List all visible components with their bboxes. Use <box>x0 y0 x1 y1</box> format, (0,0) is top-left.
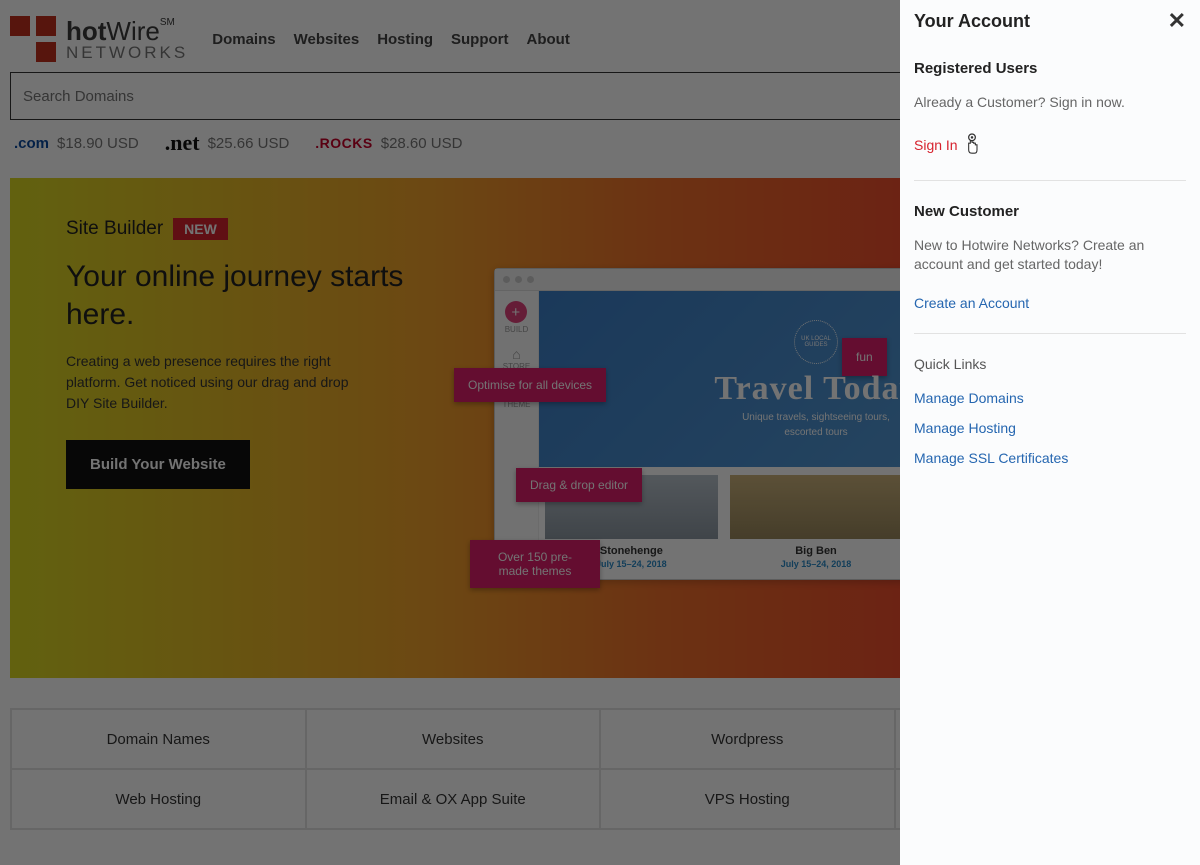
tile-web-hosting[interactable]: Web Hosting <box>11 769 306 829</box>
tld-ext: .com <box>14 135 49 152</box>
plus-icon: + <box>505 301 527 323</box>
tld-price: $28.60 USD <box>381 135 463 152</box>
tld-net[interactable]: .net $25.66 USD <box>165 130 290 156</box>
main-nav: Domains Websites Hosting Support About <box>212 31 570 48</box>
tile-websites[interactable]: Websites <box>306 709 601 769</box>
logo-mark-icon <box>10 16 56 62</box>
tile-vps-hosting[interactable]: VPS Hosting <box>600 769 895 829</box>
feature-tag-dragdrop: Drag & drop editor <box>516 468 642 502</box>
hero-title: Your online journey starts here. <box>66 258 410 333</box>
tile-email-suite[interactable]: Email & OX App Suite <box>306 769 601 829</box>
feature-tag-themes: Over 150 pre-made themes <box>470 540 600 588</box>
tile-domain-names[interactable]: Domain Names <box>11 709 306 769</box>
divider <box>914 333 1186 334</box>
nav-websites[interactable]: Websites <box>294 31 360 48</box>
logo[interactable]: hotWireSM NETWORKS <box>10 16 188 62</box>
manage-hosting-link[interactable]: Manage Hosting <box>914 420 1186 436</box>
manage-domains-link[interactable]: Manage Domains <box>914 390 1186 406</box>
hero-description: Creating a web presence requires the rig… <box>66 351 366 414</box>
nav-domains[interactable]: Domains <box>212 31 275 48</box>
build-website-button[interactable]: Build Your Website <box>66 440 250 489</box>
nav-hosting[interactable]: Hosting <box>377 31 433 48</box>
new-customer-heading: New Customer <box>914 203 1186 220</box>
nav-about[interactable]: About <box>527 31 570 48</box>
quick-links-heading: Quick Links <box>914 356 1186 372</box>
tld-ext: .ROCKS <box>315 135 372 151</box>
divider <box>914 180 1186 181</box>
account-panel: Your Account ✕ Registered Users Already … <box>900 0 1200 865</box>
tile-wordpress[interactable]: Wordpress <box>600 709 895 769</box>
tld-com[interactable]: .com $18.90 USD <box>14 135 139 152</box>
sign-in-link[interactable]: Sign In <box>914 133 1186 158</box>
tld-rocks[interactable]: .ROCKS $28.60 USD <box>315 135 462 152</box>
new-badge: NEW <box>173 218 228 240</box>
nav-support[interactable]: Support <box>451 31 509 48</box>
window-dots-icon <box>503 276 534 283</box>
tld-price: $25.66 USD <box>208 135 290 152</box>
create-account-link[interactable]: Create an Account <box>914 295 1186 311</box>
pointer-cursor-icon <box>962 133 982 158</box>
manage-ssl-link[interactable]: Manage SSL Certificates <box>914 450 1186 466</box>
account-panel-title: Your Account <box>914 11 1030 32</box>
builder-sidebar: +BUILD ⌂STORE ✦THEME <box>495 291 539 579</box>
template-card: Big Ben July 15–24, 2018 <box>724 467 909 579</box>
feature-tag-optimise: Optimise for all devices <box>454 368 606 402</box>
tld-price: $18.90 USD <box>57 135 139 152</box>
new-customer-text: New to Hotwire Networks? Create an accou… <box>914 236 1186 275</box>
tld-ext: .net <box>165 130 200 156</box>
site-builder-label: Site Builder <box>66 218 163 240</box>
close-icon[interactable]: ✕ <box>1168 10 1186 32</box>
registered-users-heading: Registered Users <box>914 60 1186 77</box>
logo-text: hotWireSM NETWORKS <box>66 18 188 61</box>
registered-users-text: Already a Customer? Sign in now. <box>914 93 1186 113</box>
